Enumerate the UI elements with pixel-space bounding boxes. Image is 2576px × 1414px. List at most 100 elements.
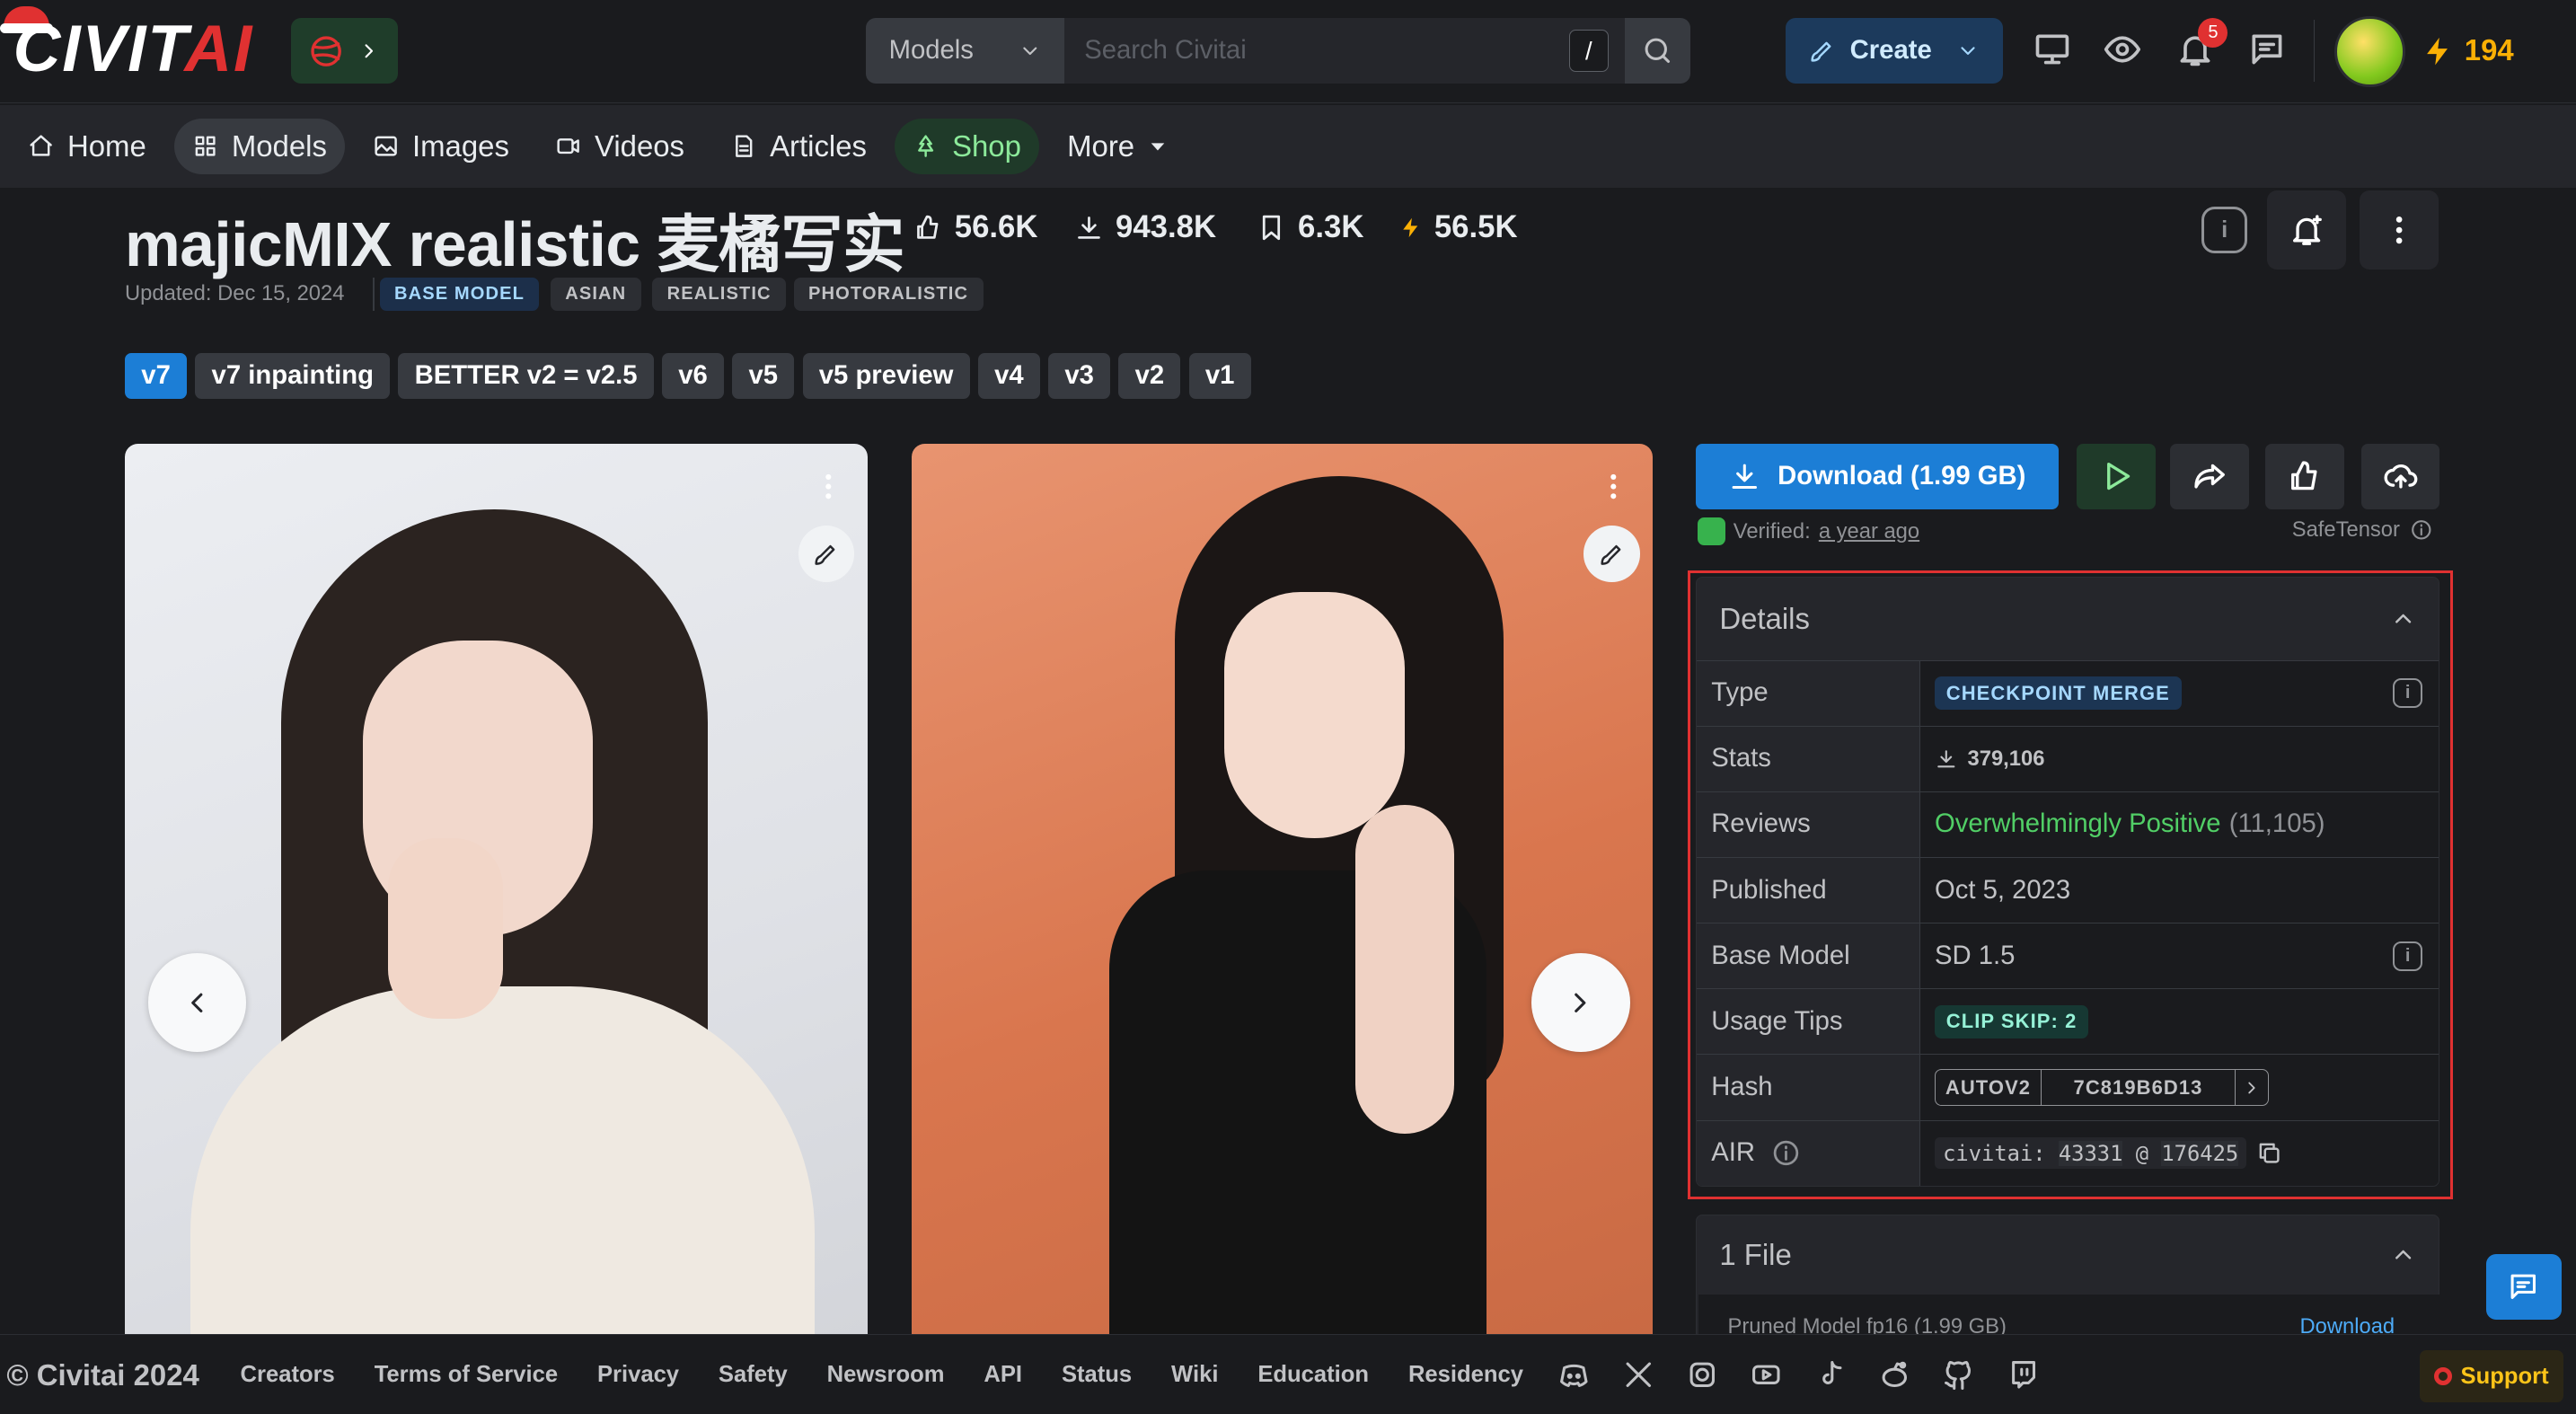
version-tab-v5-preview[interactable]: v5 preview — [802, 353, 970, 400]
discord-icon[interactable] — [1557, 1358, 1591, 1392]
chevron-down-icon — [1961, 47, 1975, 56]
nav-videos[interactable]: Videos — [537, 119, 702, 174]
footer-link-residency[interactable]: Residency — [1408, 1362, 1523, 1388]
clip-skip-badge: CLIP SKIP: 2 — [1934, 1005, 2089, 1038]
buzz-balance[interactable]: 194 — [2465, 33, 2514, 67]
twitch-icon[interactable] — [2007, 1358, 2040, 1392]
github-icon[interactable] — [1942, 1358, 1975, 1392]
search-bar: Models / — [865, 18, 1691, 84]
main-nav: Home Models Images Videos Articles Shop … — [0, 105, 2576, 188]
eye-icon[interactable] — [2103, 30, 2142, 69]
tree-icon — [918, 135, 934, 157]
info-circle-icon[interactable] — [1771, 1138, 1801, 1168]
create-button[interactable]: Create — [1786, 18, 2003, 84]
chevron-down-icon — [1023, 47, 1037, 55]
carousel-next-button[interactable] — [1531, 952, 1630, 1052]
details-row-air: AIR civitai: 43331 @ 176425 — [1696, 1119, 2439, 1186]
carousel-prev-button[interactable] — [147, 952, 247, 1052]
shield-check-icon — [1697, 517, 1725, 546]
footer-link-status[interactable]: Status — [1062, 1362, 1132, 1388]
version-tab-v5[interactable]: v5 — [732, 353, 795, 400]
grid-icon — [195, 136, 216, 156]
civitai-logo[interactable]: CIVITAI — [13, 16, 254, 82]
reddit-icon[interactable] — [1878, 1358, 1911, 1392]
details-header[interactable]: Details — [1696, 578, 2439, 660]
lightning-icon — [1403, 217, 1418, 238]
user-avatar[interactable] — [2334, 16, 2405, 87]
nav-home[interactable]: Home — [10, 119, 164, 174]
nav-images[interactable]: Images — [355, 119, 527, 174]
search-input[interactable] — [1084, 36, 1545, 66]
remix-button[interactable] — [798, 526, 855, 582]
review-summary-link[interactable]: Overwhelmingly Positive — [1935, 809, 2221, 839]
footer-link-privacy[interactable]: Privacy — [597, 1362, 679, 1388]
social-links — [1557, 1358, 2039, 1392]
chevron-left-icon — [191, 993, 203, 1012]
info-icon[interactable]: i — [2393, 941, 2423, 971]
image-figure — [387, 837, 503, 1020]
footer-link-education[interactable]: Education — [1257, 1362, 1369, 1388]
remix-button[interactable] — [1584, 526, 1640, 582]
run-button[interactable] — [2077, 443, 2156, 510]
version-tab-better-v2[interactable]: BETTER v2 = v2.5 — [398, 353, 654, 400]
footer-link-terms[interactable]: Terms of Service — [375, 1362, 558, 1388]
gallery-image-1[interactable] — [125, 443, 868, 1335]
files-panel: 1 File Pruned Model fp16 (1.99 GB) Downl… — [1695, 1214, 2440, 1348]
details-row-published: Published Oct 5, 2023 — [1696, 856, 2439, 924]
footer-link-newsroom[interactable]: Newsroom — [827, 1362, 945, 1388]
lifebuoy-icon — [2434, 1366, 2453, 1386]
more-options-button[interactable] — [2359, 190, 2439, 270]
version-tab-v7[interactable]: v7 — [125, 353, 188, 400]
footer-link-safety[interactable]: Safety — [719, 1362, 788, 1388]
tag-photorealistic[interactable]: PHOTORALISTIC — [793, 278, 984, 311]
copyright: © Civitai 2024 — [6, 1357, 199, 1392]
version-tab-v7-inpainting[interactable]: v7 inpainting — [195, 353, 391, 400]
tiktok-icon[interactable] — [1814, 1358, 1848, 1392]
gallery-image-2[interactable] — [912, 443, 1654, 1335]
cloud-upload-button[interactable] — [2360, 443, 2440, 510]
image-menu-icon[interactable] — [812, 464, 845, 509]
version-tab-v1[interactable]: v1 — [1188, 353, 1251, 400]
youtube-icon[interactable] — [1750, 1358, 1783, 1392]
follow-button[interactable] — [2267, 190, 2347, 270]
chevron-right-icon[interactable] — [2236, 1070, 2269, 1104]
footer-link-wiki[interactable]: Wiki — [1171, 1362, 1218, 1388]
copy-icon[interactable] — [2256, 1140, 2282, 1166]
verified-time-link[interactable]: a year ago — [1819, 519, 1919, 544]
image-menu-icon[interactable] — [1597, 464, 1630, 509]
file-icon — [736, 135, 753, 157]
info-circle-icon[interactable] — [2410, 518, 2433, 542]
chat-icon[interactable] — [2247, 30, 2287, 69]
brush-icon — [1811, 41, 1831, 62]
tag-base-model[interactable]: BASE MODEL — [379, 278, 540, 311]
red-menu-button[interactable] — [290, 18, 398, 84]
search-button[interactable] — [1625, 18, 1691, 84]
support-button[interactable]: Support — [2420, 1349, 2563, 1403]
version-tab-v3[interactable]: v3 — [1048, 353, 1111, 400]
files-header[interactable]: 1 File — [1697, 1215, 2439, 1295]
version-tab-v6[interactable]: v6 — [662, 353, 725, 400]
nav-shop[interactable]: Shop — [895, 118, 1040, 174]
nav-articles[interactable]: Articles — [712, 119, 885, 174]
version-tab-v4[interactable]: v4 — [977, 353, 1040, 400]
details-row-type: Type CHECKPOINT MERGE i — [1696, 659, 2439, 726]
like-button[interactable] — [2265, 443, 2345, 510]
version-tab-v2[interactable]: v2 — [1118, 353, 1181, 400]
x-icon[interactable] — [1622, 1358, 1655, 1392]
footer-link-creators[interactable]: Creators — [241, 1362, 335, 1388]
nav-more[interactable]: More — [1049, 119, 1186, 174]
tag-asian[interactable]: ASIAN — [550, 278, 641, 311]
footer-link-api[interactable]: API — [984, 1362, 1022, 1388]
nav-models[interactable]: Models — [173, 118, 346, 174]
instagram-icon[interactable] — [1686, 1358, 1719, 1392]
tag-realistic[interactable]: REALISTIC — [652, 278, 787, 311]
info-icon[interactable]: i — [2393, 678, 2423, 709]
info-icon[interactable]: i — [2201, 207, 2248, 253]
share-button[interactable] — [2170, 443, 2250, 510]
hash-copy-control[interactable]: AUTOV2 7C819B6D13 — [1934, 1069, 2270, 1106]
search-category-select[interactable]: Models — [865, 18, 1065, 84]
chat-widget-button[interactable] — [2485, 1253, 2562, 1320]
details-panel: Details Type CHECKPOINT MERGE i Stats 379… — [1695, 577, 2440, 1187]
monitor-icon[interactable] — [2033, 30, 2072, 69]
download-button[interactable]: Download (1.99 GB) — [1695, 443, 2059, 510]
